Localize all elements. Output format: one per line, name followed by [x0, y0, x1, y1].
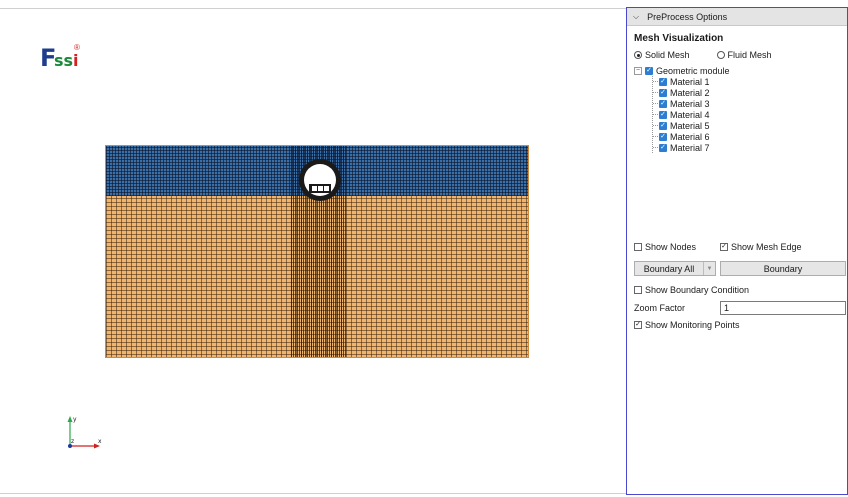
checkbox-checked-icon[interactable]: ✓: [659, 121, 667, 130]
mesh-model: [105, 145, 529, 358]
tree-item-material-7[interactable]: ✓ Material 7: [653, 142, 842, 153]
mesh-type-radio-group: Solid Mesh Fluid Mesh: [634, 50, 799, 60]
checkbox-checked-icon[interactable]: ✓: [659, 132, 667, 141]
mesh-visualization-title: Mesh Visualization: [634, 33, 724, 44]
show-monitoring-points-label: Show Monitoring Points: [645, 320, 740, 330]
show-monitoring-points-checkbox[interactable]: ✓ Show Monitoring Points: [634, 320, 740, 330]
show-boundary-condition-label: Show Boundary Condition: [645, 285, 750, 295]
tree-item-material-5[interactable]: ✓ Material 5: [653, 120, 842, 131]
tree-item-material-6[interactable]: ✓ Material 6: [653, 131, 842, 142]
tree-item-label: Material 2: [670, 87, 710, 98]
tree-item-label: Material 1: [670, 76, 710, 87]
solid-mesh-radio[interactable]: Solid Mesh: [634, 50, 690, 60]
checkbox-unchecked-icon: [634, 243, 642, 251]
radio-selected-icon: [634, 51, 642, 59]
boundary-button[interactable]: Boundary: [720, 261, 846, 276]
tree-item-label: Material 3: [670, 98, 710, 109]
material-tree: − ✓ Geometric module ✓ Material 1 ✓ Materi…: [634, 65, 842, 233]
tree-item-material-3[interactable]: ✓ Material 3: [653, 98, 842, 109]
tunnel-base: [309, 184, 331, 193]
radio-unselected-icon: [716, 51, 725, 59]
show-nodes-label: Show Nodes: [645, 242, 697, 252]
checkbox-checked-icon[interactable]: ✓: [645, 66, 653, 75]
viewport-bottom-border: [0, 493, 626, 494]
mesh-viewport[interactable]: F ssi ® y z x: [0, 0, 626, 497]
tree-item-label: Material 5: [670, 120, 710, 131]
tree-item-label: Material 4: [670, 109, 710, 120]
logo-ssi: ssi: [54, 52, 79, 70]
fssi-logo: F ssi ®: [40, 43, 90, 76]
tree-item-label: Material 6: [670, 131, 710, 142]
fluid-mesh-label: Fluid Mesh: [727, 50, 772, 60]
checkbox-unchecked-icon: [634, 286, 642, 294]
checkbox-checked-icon[interactable]: ✓: [659, 77, 667, 86]
viewport-top-border: [0, 8, 626, 9]
chevron-down-icon[interactable]: ⌵: [633, 12, 639, 22]
collapse-icon[interactable]: −: [634, 66, 642, 75]
tree-children: ✓ Material 1 ✓ Material 2 ✓ Material 3 ✓ Mat…: [652, 76, 842, 153]
show-mesh-edge-label: Show Mesh Edge: [731, 242, 802, 252]
boundary-controls: Boundary All ▼ Boundary: [634, 261, 846, 276]
boundary-select[interactable]: Boundary All ▼: [634, 261, 716, 276]
solid-mesh-label: Solid Mesh: [645, 50, 690, 60]
tree-item-material-1[interactable]: ✓ Material 1: [653, 76, 842, 87]
fluid-mesh-radio[interactable]: Fluid Mesh: [716, 50, 772, 60]
panel-title: PreProcess Options: [647, 11, 728, 22]
axis-z-label: z: [71, 438, 74, 445]
preprocess-options-panel: ⌵ PreProcess Options Mesh Visualization …: [626, 7, 848, 495]
tree-item-material-4[interactable]: ✓ Material 4: [653, 109, 842, 120]
tree-item-material-2[interactable]: ✓ Material 2: [653, 87, 842, 98]
dropdown-arrow-icon[interactable]: ▼: [703, 262, 715, 275]
tree-root-geometric-module[interactable]: − ✓ Geometric module: [634, 65, 842, 76]
checkbox-checked-icon[interactable]: ✓: [659, 99, 667, 108]
zoom-factor-label: Zoom Factor: [634, 303, 686, 313]
checkbox-checked-icon: ✓: [720, 243, 728, 251]
show-boundary-condition-checkbox[interactable]: Show Boundary Condition: [634, 285, 749, 295]
show-mesh-edge-checkbox[interactable]: ✓ Show Mesh Edge: [720, 242, 802, 252]
axis-x-label: x: [98, 438, 102, 445]
panel-header[interactable]: ⌵ PreProcess Options: [627, 8, 847, 26]
show-nodes-checkbox[interactable]: Show Nodes: [634, 242, 696, 252]
boundary-select-value: Boundary All: [643, 263, 695, 274]
axis-triad-icon: y z x: [67, 416, 102, 449]
zoom-factor-row: Zoom Factor 1: [634, 301, 846, 315]
logo-ss: ss: [54, 51, 74, 70]
zoom-factor-input[interactable]: 1: [720, 301, 846, 315]
checkbox-checked-icon[interactable]: ✓: [659, 88, 667, 97]
checkbox-checked-icon[interactable]: ✓: [659, 143, 667, 152]
logo-i: i: [73, 51, 79, 70]
checkbox-checked-icon: ✓: [634, 321, 642, 329]
axis-y-label: y: [73, 416, 77, 423]
checkbox-checked-icon[interactable]: ✓: [659, 110, 667, 119]
tree-item-label: Material 7: [670, 142, 710, 153]
tree-root-label: Geometric module: [656, 65, 730, 76]
logo-registered-mark: ®: [74, 43, 80, 52]
